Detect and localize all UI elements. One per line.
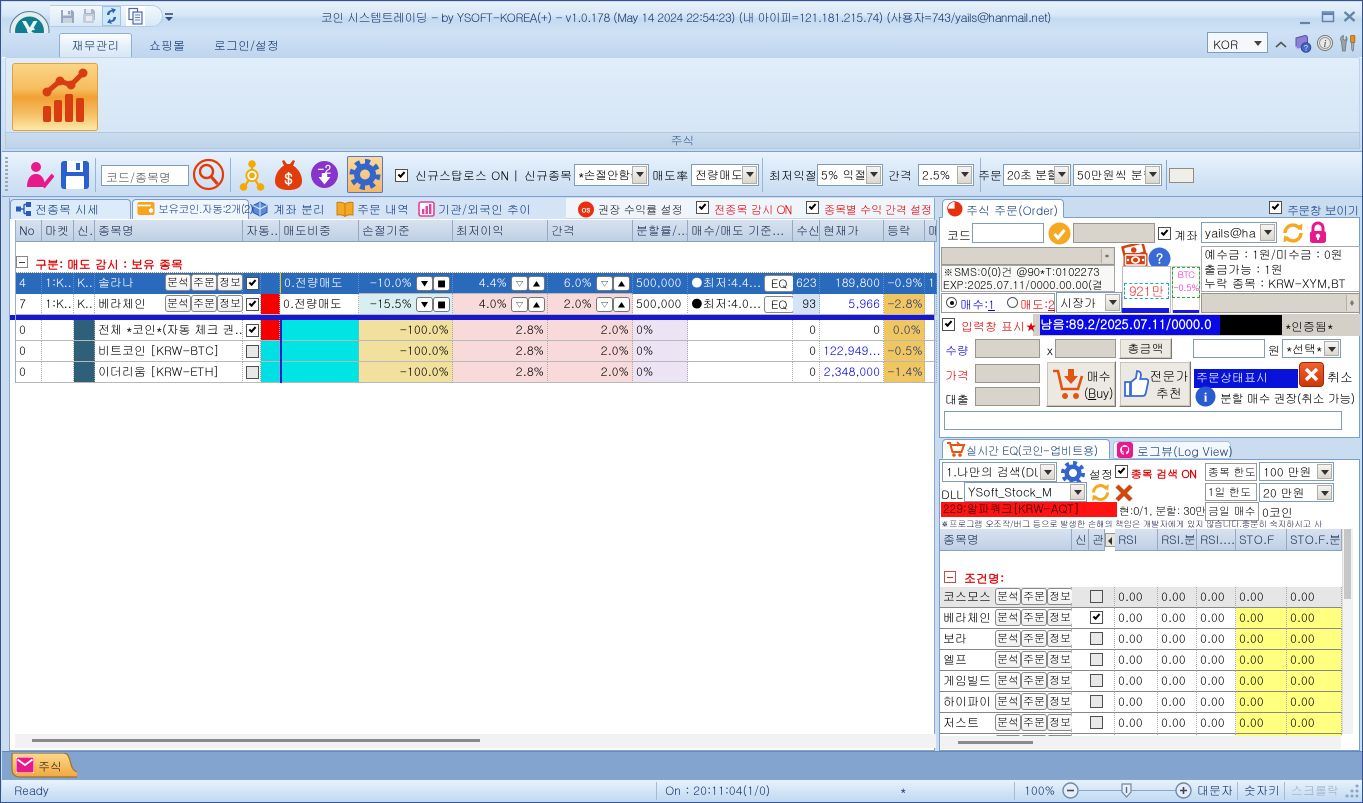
svg-text:$: $ <box>284 168 293 189</box>
svg-text:os: os <box>581 205 591 216</box>
svg-text:?: ? <box>1156 248 1164 268</box>
svg-text:i: i <box>1324 39 1327 50</box>
svg-text:?: ? <box>1304 42 1309 53</box>
svg-text:i: i <box>1204 390 1208 405</box>
